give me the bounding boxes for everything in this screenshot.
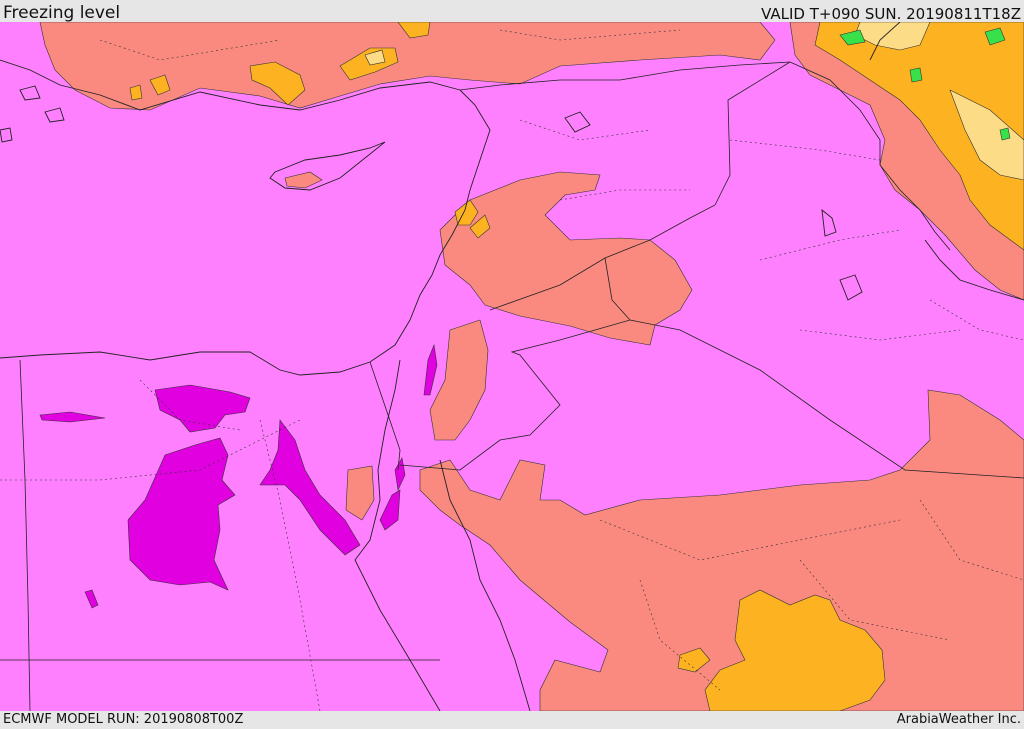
anatolia-orange-5	[129, 84, 143, 101]
map-title: Freezing level	[3, 3, 121, 23]
freezing-level-map[interactable]	[0, 22, 1024, 711]
model-run: ECMWF MODEL RUN: 20190808T00Z	[3, 712, 244, 727]
valid-time: VALID T+090 SUN. 20190811T18Z	[761, 5, 1021, 23]
zagros-green-4	[999, 127, 1011, 141]
footer-bar: ECMWF MODEL RUN: 20190808T00Z ArabiaWeat…	[0, 711, 1024, 729]
header-bar: Freezing level VALID T+090 SUN. 20190811…	[0, 0, 1024, 23]
credit-text: ArabiaWeather Inc.	[896, 712, 1021, 727]
zagros-green-3	[909, 67, 923, 83]
